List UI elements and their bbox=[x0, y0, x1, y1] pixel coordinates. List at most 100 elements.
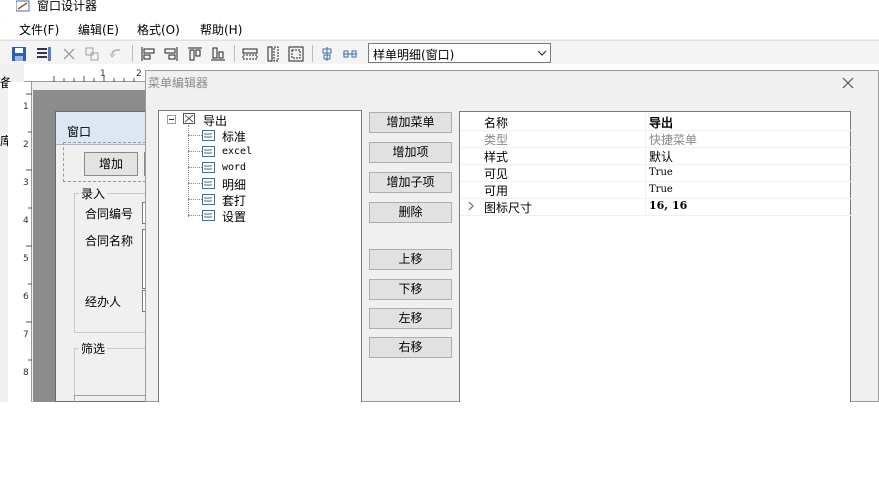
align-top-icon[interactable] bbox=[187, 46, 203, 62]
property-value[interactable]: True bbox=[649, 184, 673, 195]
property-row[interactable]: 图标尺寸 16, 16 bbox=[460, 198, 852, 215]
tree-connector bbox=[188, 151, 202, 152]
menu-tree[interactable]: 导出 标准 excel word 明细 套打 设置 bbox=[158, 110, 362, 402]
menu-editor-dialog: 菜单编辑器 导出 标准 excel word 明细 套打 设置 增加菜单 增加项… bbox=[145, 70, 879, 402]
object-select[interactable]: 样单明细(窗口) bbox=[368, 43, 551, 63]
property-value[interactable]: True bbox=[649, 167, 673, 178]
properties-icon[interactable] bbox=[36, 46, 52, 62]
tree-connector bbox=[188, 167, 202, 168]
ruler-number: 7 bbox=[23, 330, 29, 340]
move-up-button[interactable]: 上移 bbox=[369, 249, 452, 270]
property-name: 可用 bbox=[484, 184, 509, 198]
ruler-left: 1 2 3 4 5 6 7 8 bbox=[8, 82, 32, 402]
menu-item-icon bbox=[202, 210, 215, 221]
menu-edit[interactable]: 编辑(E) bbox=[78, 21, 119, 38]
add-item-button[interactable]: 增加项 bbox=[369, 142, 452, 163]
menu-bar: 文件(F) 编辑(E) 格式(O) 帮助(H) bbox=[0, 17, 879, 39]
undo-icon[interactable] bbox=[108, 46, 124, 62]
toolbar-separator bbox=[312, 45, 313, 62]
toolbar-separator bbox=[234, 45, 235, 62]
align-left-icon[interactable] bbox=[140, 46, 156, 62]
tree-node-root[interactable]: 导出 bbox=[203, 112, 227, 129]
contract-no-label: 合同编号 bbox=[85, 207, 134, 221]
input-group-label: 录入 bbox=[79, 185, 108, 202]
property-name: 类型 bbox=[484, 133, 509, 147]
app-icon bbox=[16, 0, 30, 12]
property-row[interactable]: 可用 True bbox=[460, 181, 852, 198]
property-grid[interactable]: 名称 导出 类型 快捷菜单 样式 默认 可见 True 可用 True 图标尺寸… bbox=[459, 111, 852, 402]
contract-name-label: 合同名称 bbox=[85, 234, 134, 248]
center-vertical-icon[interactable] bbox=[319, 46, 335, 62]
ruler-number: 4 bbox=[23, 216, 29, 226]
copy-icon[interactable] bbox=[84, 46, 100, 62]
menu-file[interactable]: 文件(F) bbox=[19, 21, 59, 38]
screen: 窗口设计器 提 文件(F) 编辑(E) 格式(O) 帮助(H) bbox=[0, 0, 879, 402]
ruler-number: 1 bbox=[23, 102, 29, 112]
ruler-number: 3 bbox=[23, 178, 29, 188]
property-name: 样式 bbox=[484, 150, 509, 164]
title-bar: 窗口设计器 bbox=[0, 0, 879, 17]
property-value[interactable]: 16, 16 bbox=[649, 199, 687, 212]
ruler-number: 6 bbox=[23, 292, 29, 302]
center-horizontal-icon[interactable] bbox=[342, 46, 358, 62]
property-name: 可见 bbox=[484, 167, 509, 181]
ruler-number: 2 bbox=[23, 140, 29, 150]
property-value: 快捷菜单 bbox=[649, 133, 698, 147]
blank-area bbox=[0, 402, 879, 494]
move-right-button[interactable]: 右移 bbox=[369, 337, 452, 358]
same-size-icon[interactable] bbox=[288, 46, 304, 62]
property-row[interactable]: 名称 导出 bbox=[460, 113, 852, 130]
add-button[interactable]: 增加 bbox=[84, 152, 138, 176]
handler-label: 经办人 bbox=[85, 295, 122, 309]
property-row[interactable]: 类型 快捷菜单 bbox=[460, 130, 852, 147]
window-title: 窗口设计器 bbox=[37, 0, 98, 13]
chevron-down-icon bbox=[537, 50, 547, 56]
save-icon[interactable] bbox=[11, 46, 27, 62]
chevron-right-icon[interactable] bbox=[467, 201, 475, 211]
same-height-icon[interactable] bbox=[265, 46, 281, 62]
toolbar-separator bbox=[132, 45, 133, 62]
tree-node[interactable]: 设置 bbox=[222, 208, 246, 225]
move-down-button[interactable]: 下移 bbox=[369, 279, 452, 300]
close-icon[interactable] bbox=[840, 75, 856, 91]
tree-node[interactable]: 套打 bbox=[222, 192, 246, 209]
property-name: 名称 bbox=[484, 116, 509, 130]
align-bottom-icon[interactable] bbox=[210, 46, 226, 62]
menu-item-icon bbox=[202, 194, 215, 205]
move-left-button[interactable]: 左移 bbox=[369, 308, 452, 329]
dialog-title: 菜单编辑器 bbox=[148, 76, 209, 90]
menu-format[interactable]: 格式(O) bbox=[137, 21, 180, 38]
same-width-icon[interactable] bbox=[242, 46, 258, 62]
property-value[interactable]: 默认 bbox=[649, 148, 673, 165]
property-name: 图标尺寸 bbox=[484, 201, 533, 215]
menu-help[interactable]: 帮助(H) bbox=[200, 21, 242, 38]
tree-connector bbox=[188, 135, 202, 136]
tree-connector bbox=[188, 199, 202, 200]
tree-node[interactable]: excel bbox=[222, 146, 252, 157]
tree-connector bbox=[188, 183, 202, 184]
tree-connector bbox=[188, 125, 189, 217]
tree-node[interactable]: 标准 bbox=[222, 128, 246, 145]
ruler-number: 2 bbox=[136, 69, 142, 79]
menu-root-icon bbox=[183, 113, 195, 124]
add-subitem-button[interactable]: 增加子项 bbox=[369, 172, 452, 193]
property-column-divider bbox=[645, 112, 646, 215]
toolbar: 样单明细(窗口) bbox=[0, 40, 879, 64]
menu-item-icon bbox=[202, 178, 215, 189]
tree-node[interactable]: 明细 bbox=[222, 176, 246, 193]
align-right-icon[interactable] bbox=[163, 46, 179, 62]
menu-item-icon bbox=[202, 130, 215, 141]
property-value[interactable]: 导出 bbox=[649, 114, 673, 131]
property-row[interactable]: 样式 默认 bbox=[460, 147, 852, 164]
design-form-title: 窗口 bbox=[67, 125, 92, 139]
menu-item-icon bbox=[202, 146, 215, 157]
delete-button[interactable]: 删除 bbox=[369, 202, 452, 223]
property-row[interactable]: 可见 True bbox=[460, 164, 852, 181]
tree-connector bbox=[188, 215, 202, 216]
delete-icon[interactable] bbox=[61, 46, 77, 62]
ruler-left-ticks bbox=[26, 93, 32, 361]
ruler-number: 5 bbox=[23, 254, 29, 264]
tree-collapse-icon[interactable] bbox=[167, 115, 176, 124]
tree-node[interactable]: word bbox=[222, 162, 246, 173]
add-menu-button[interactable]: 增加菜单 bbox=[369, 112, 452, 133]
